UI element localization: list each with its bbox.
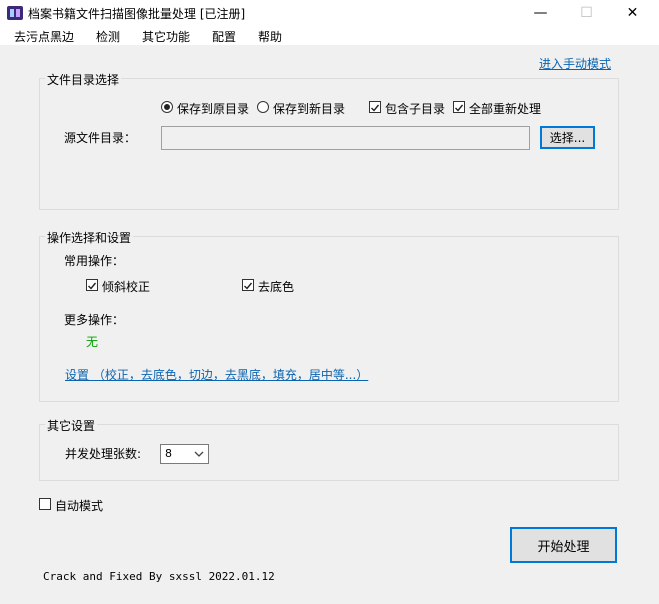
- manual-mode-link[interactable]: 进入手动模式: [539, 55, 611, 72]
- concurrency-value: 8: [165, 447, 172, 460]
- title-bar: 档案书籍文件扫描图像批量处理 [已注册] — ☐ ✕: [0, 0, 659, 26]
- close-button[interactable]: ✕: [610, 0, 655, 26]
- more-ops-label: 更多操作：: [64, 313, 125, 327]
- settings-link[interactable]: 设置 （校正，去底色，切边，去黑底，填充，居中等...）: [65, 366, 368, 383]
- more-ops-value: 无: [86, 335, 99, 349]
- radio-save-new-label: 保存到新目录: [273, 102, 346, 116]
- checkbox-auto-mode[interactable]: [39, 498, 51, 510]
- checkbox-include-subdirs[interactable]: [369, 101, 381, 113]
- source-dir-input[interactable]: [161, 126, 530, 150]
- checkbox-deskew[interactable]: [86, 279, 98, 291]
- start-processing-button[interactable]: 开始处理: [510, 527, 617, 563]
- checkmark-icon: [244, 282, 253, 290]
- menu-other-functions[interactable]: 其它功能: [142, 28, 190, 45]
- maximize-icon: ☐: [580, 5, 593, 21]
- checkmark-icon: [88, 282, 97, 290]
- menu-config[interactable]: 配置: [212, 28, 236, 45]
- checkbox-reprocess-all[interactable]: [453, 101, 465, 113]
- include-subdirs-label: 包含子目录: [385, 102, 446, 116]
- concurrency-label: 并发处理张数:: [65, 447, 142, 461]
- checkmark-icon: [371, 104, 380, 112]
- other-settings-legend: 其它设置: [45, 417, 98, 434]
- minimize-button[interactable]: —: [518, 0, 563, 26]
- menu-help[interactable]: 帮助: [258, 28, 282, 45]
- reprocess-all-label: 全部重新处理: [469, 102, 542, 116]
- checkmark-icon: [455, 104, 464, 112]
- source-dir-label: 源文件目录：: [64, 131, 137, 145]
- radio-save-original[interactable]: [161, 101, 173, 113]
- close-icon: ✕: [626, 5, 639, 21]
- minimize-icon: —: [533, 5, 548, 21]
- menu-detect[interactable]: 检测: [96, 28, 120, 45]
- auto-mode-label: 自动模式: [55, 499, 104, 513]
- operations-legend: 操作选择和设置: [45, 229, 134, 246]
- menu-remove-spots[interactable]: 去污点黑边: [14, 28, 74, 45]
- radio-save-new[interactable]: [257, 101, 269, 113]
- footer-credit: Crack and Fixed By sxssl 2022.01.12: [43, 570, 275, 583]
- menu-bar: 去污点黑边 检测 其它功能 配置 帮助: [0, 26, 659, 45]
- window-title: 档案书籍文件扫描图像批量处理 [已注册]: [28, 7, 246, 21]
- maximize-button[interactable]: ☐: [564, 0, 609, 26]
- remove-bg-label: 去底色: [258, 280, 295, 294]
- checkbox-remove-bg[interactable]: [242, 279, 254, 291]
- deskew-label: 倾斜校正: [102, 280, 151, 294]
- radio-save-original-label: 保存到原目录: [177, 102, 250, 116]
- concurrency-select[interactable]: 8: [160, 444, 209, 464]
- common-ops-label: 常用操作：: [64, 254, 125, 268]
- app-icon: [7, 5, 23, 21]
- choose-dir-button[interactable]: 选择...: [540, 126, 595, 149]
- file-dir-legend: 文件目录选择: [45, 71, 122, 88]
- chevron-down-icon: [194, 451, 204, 457]
